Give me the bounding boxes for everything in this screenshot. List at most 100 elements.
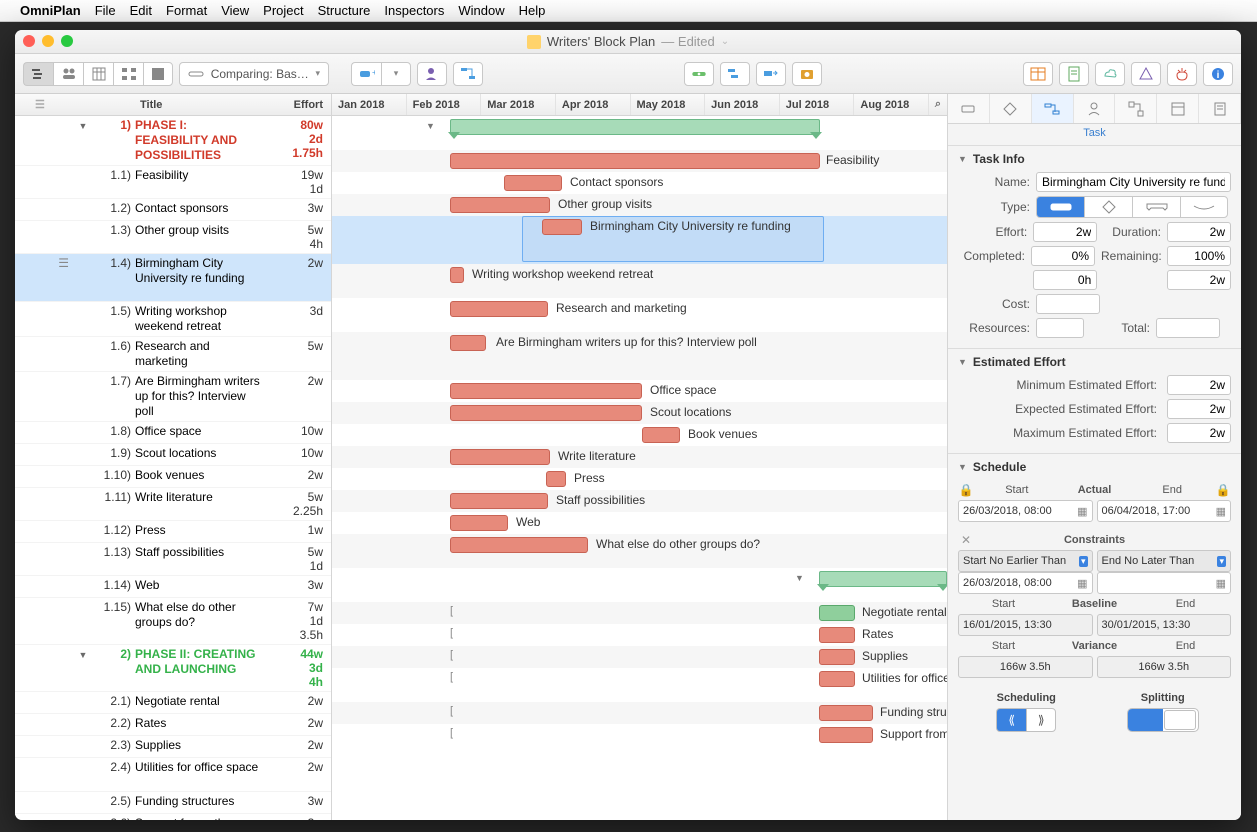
task-row[interactable]: 1.1)Feasibility19w1d bbox=[15, 166, 331, 199]
task-row[interactable]: 2.3)Supplies2w bbox=[15, 736, 331, 758]
menu-file[interactable]: File bbox=[95, 3, 116, 18]
task-bar[interactable] bbox=[450, 405, 642, 421]
view-styles-button[interactable] bbox=[143, 62, 173, 86]
task-bar[interactable] bbox=[542, 219, 582, 235]
completed-time-field[interactable] bbox=[1033, 270, 1097, 290]
splitting-toggle[interactable] bbox=[1127, 708, 1199, 732]
inspector-tab-milestone[interactable] bbox=[990, 94, 1032, 123]
gantt-timeline-header[interactable]: Jan 2018Feb 2018Mar 2018Apr 2018May 2018… bbox=[332, 94, 947, 116]
month-header[interactable]: Jan 2018 bbox=[332, 94, 407, 115]
task-bar[interactable] bbox=[819, 649, 855, 665]
total-field[interactable] bbox=[1156, 318, 1220, 338]
task-row[interactable]: 1.15)What else do other groups do?7w1d3.… bbox=[15, 598, 331, 645]
task-bar[interactable] bbox=[450, 449, 550, 465]
inspector-tab-schedule[interactable] bbox=[1157, 94, 1199, 123]
menu-edit[interactable]: Edit bbox=[130, 3, 152, 18]
task-row[interactable]: 1.8)Office space10w bbox=[15, 422, 331, 444]
effort-field[interactable] bbox=[1033, 222, 1097, 242]
lock-start-icon[interactable]: 🔒 bbox=[958, 480, 974, 500]
menu-structure[interactable]: Structure bbox=[318, 3, 371, 18]
menu-view[interactable]: View bbox=[221, 3, 249, 18]
inspector-tab-task-type[interactable] bbox=[948, 94, 990, 123]
task-bar[interactable] bbox=[450, 383, 642, 399]
zoom-window-button[interactable] bbox=[61, 35, 73, 47]
add-task-button[interactable]: + bbox=[351, 62, 381, 86]
task-row[interactable]: 1.5)Writing workshop weekend retreat3d bbox=[15, 302, 331, 337]
task-bar[interactable] bbox=[450, 515, 508, 531]
task-row[interactable]: 1.9)Scout locations10w bbox=[15, 444, 331, 466]
schedule-alap-button[interactable]: ⟫ bbox=[1026, 708, 1056, 732]
inspector-tab-dependencies[interactable] bbox=[1115, 94, 1157, 123]
task-row[interactable]: 2.4)Utilities for office space2w bbox=[15, 758, 331, 792]
task-type-picker[interactable] bbox=[1036, 196, 1228, 218]
group-disclosure[interactable]: ▼ bbox=[426, 121, 435, 131]
duration-field[interactable] bbox=[1167, 222, 1231, 242]
reports-button[interactable] bbox=[1059, 62, 1089, 86]
month-header[interactable]: Apr 2018 bbox=[556, 94, 631, 115]
zoom-icon[interactable]: ⌕ bbox=[929, 94, 947, 115]
remove-constraint-icon[interactable]: ✕ bbox=[958, 530, 974, 550]
month-header[interactable]: Mar 2018 bbox=[481, 94, 556, 115]
reschedule-button[interactable] bbox=[756, 62, 786, 86]
task-row[interactable]: 2.6)Support from other organisations3w bbox=[15, 814, 331, 820]
type-task-button[interactable] bbox=[1036, 196, 1084, 218]
task-bar[interactable] bbox=[450, 267, 464, 283]
task-row[interactable]: 2.5)Funding structures3w bbox=[15, 792, 331, 814]
scheduling-direction[interactable]: ⟪⟫ bbox=[958, 708, 1095, 732]
min-effort-field[interactable] bbox=[1167, 375, 1231, 395]
task-bar[interactable] bbox=[819, 605, 855, 621]
add-task-menu-button[interactable]: ▾ bbox=[381, 62, 411, 86]
catch-up-button[interactable] bbox=[720, 62, 750, 86]
task-row[interactable]: 1.3)Other group visits5w4h bbox=[15, 221, 331, 254]
task-row[interactable]: 1.12)Press1w bbox=[15, 521, 331, 543]
task-bar[interactable] bbox=[819, 705, 873, 721]
actual-start-field[interactable]: 26/03/2018, 08:00▦ bbox=[958, 500, 1093, 522]
task-row[interactable]: 1.10)Book venues2w bbox=[15, 466, 331, 488]
view-gantt-button[interactable] bbox=[23, 62, 53, 86]
task-row[interactable]: ▼1)PHASE I: FEASIBILITY AND POSSIBILITIE… bbox=[15, 116, 331, 166]
task-bar[interactable] bbox=[819, 727, 873, 743]
constraint-end-field[interactable]: ▦ bbox=[1097, 572, 1232, 594]
inspector-tab-assignments[interactable] bbox=[1074, 94, 1116, 123]
task-bar[interactable] bbox=[819, 671, 855, 687]
column-title[interactable]: Title bbox=[55, 99, 267, 111]
type-milestone-button[interactable] bbox=[1084, 196, 1132, 218]
outline-rows[interactable]: ▼1)PHASE I: FEASIBILITY AND POSSIBILITIE… bbox=[15, 116, 331, 820]
view-resources-button[interactable] bbox=[53, 62, 83, 86]
minimize-window-button[interactable] bbox=[42, 35, 54, 47]
task-row[interactable]: 2.1)Negotiate rental2w bbox=[15, 692, 331, 714]
menu-project[interactable]: Project bbox=[263, 3, 303, 18]
task-row[interactable]: 1.6)Research and marketing5w bbox=[15, 337, 331, 372]
group-bar[interactable] bbox=[819, 571, 947, 587]
view-calendar-button[interactable] bbox=[83, 62, 113, 86]
task-bar[interactable] bbox=[546, 471, 566, 487]
constraint-start-field[interactable]: 26/03/2018, 08:00▦ bbox=[958, 572, 1093, 594]
month-header[interactable]: Aug 2018 bbox=[854, 94, 929, 115]
inspector-toggle-button[interactable]: i bbox=[1203, 62, 1233, 86]
view-network-button[interactable] bbox=[113, 62, 143, 86]
task-bar[interactable] bbox=[450, 301, 548, 317]
actual-end-field[interactable]: 06/04/2018, 17:00▦ bbox=[1097, 500, 1232, 522]
task-row[interactable]: 1.13)Staff possibilities5w1d bbox=[15, 543, 331, 576]
menu-help[interactable]: Help bbox=[519, 3, 546, 18]
task-row[interactable]: 1.7)Are Birmingham writers up for this? … bbox=[15, 372, 331, 422]
expected-effort-field[interactable] bbox=[1167, 399, 1231, 419]
connect-tasks-button[interactable] bbox=[453, 62, 483, 86]
task-bar[interactable] bbox=[450, 493, 548, 509]
menu-window[interactable]: Window bbox=[458, 3, 504, 18]
app-menu[interactable]: OmniPlan bbox=[20, 3, 81, 18]
baseline-compare-popup[interactable]: Comparing: Bas… ▾ bbox=[179, 62, 329, 86]
task-bar[interactable] bbox=[642, 427, 680, 443]
task-bar[interactable] bbox=[450, 153, 820, 169]
menu-inspectors[interactable]: Inspectors bbox=[384, 3, 444, 18]
task-row[interactable]: 2.2)Rates2w bbox=[15, 714, 331, 736]
column-effort[interactable]: Effort bbox=[267, 99, 331, 111]
gantt-chart[interactable]: Jan 2018Feb 2018Mar 2018Apr 2018May 2018… bbox=[332, 94, 947, 820]
group-disclosure[interactable]: ▼ bbox=[795, 573, 804, 583]
type-hammock-button[interactable] bbox=[1180, 196, 1228, 218]
type-group-button[interactable] bbox=[1132, 196, 1180, 218]
lock-end-icon[interactable]: 🔒 bbox=[1215, 480, 1231, 500]
task-name-field[interactable] bbox=[1036, 172, 1231, 192]
task-bar[interactable] bbox=[450, 537, 588, 553]
cost-field[interactable] bbox=[1036, 294, 1100, 314]
